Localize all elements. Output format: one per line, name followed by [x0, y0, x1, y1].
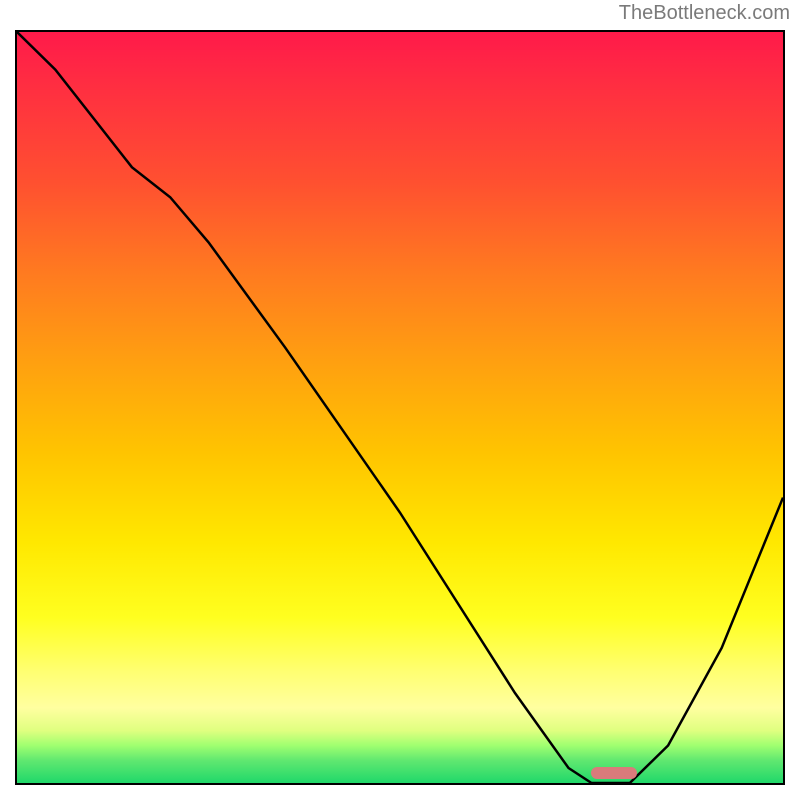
bottleneck-curve — [17, 32, 783, 783]
optimal-zone-marker — [591, 767, 638, 779]
watermark-text: TheBottleneck.com — [619, 2, 790, 25]
plot-area — [15, 30, 785, 785]
